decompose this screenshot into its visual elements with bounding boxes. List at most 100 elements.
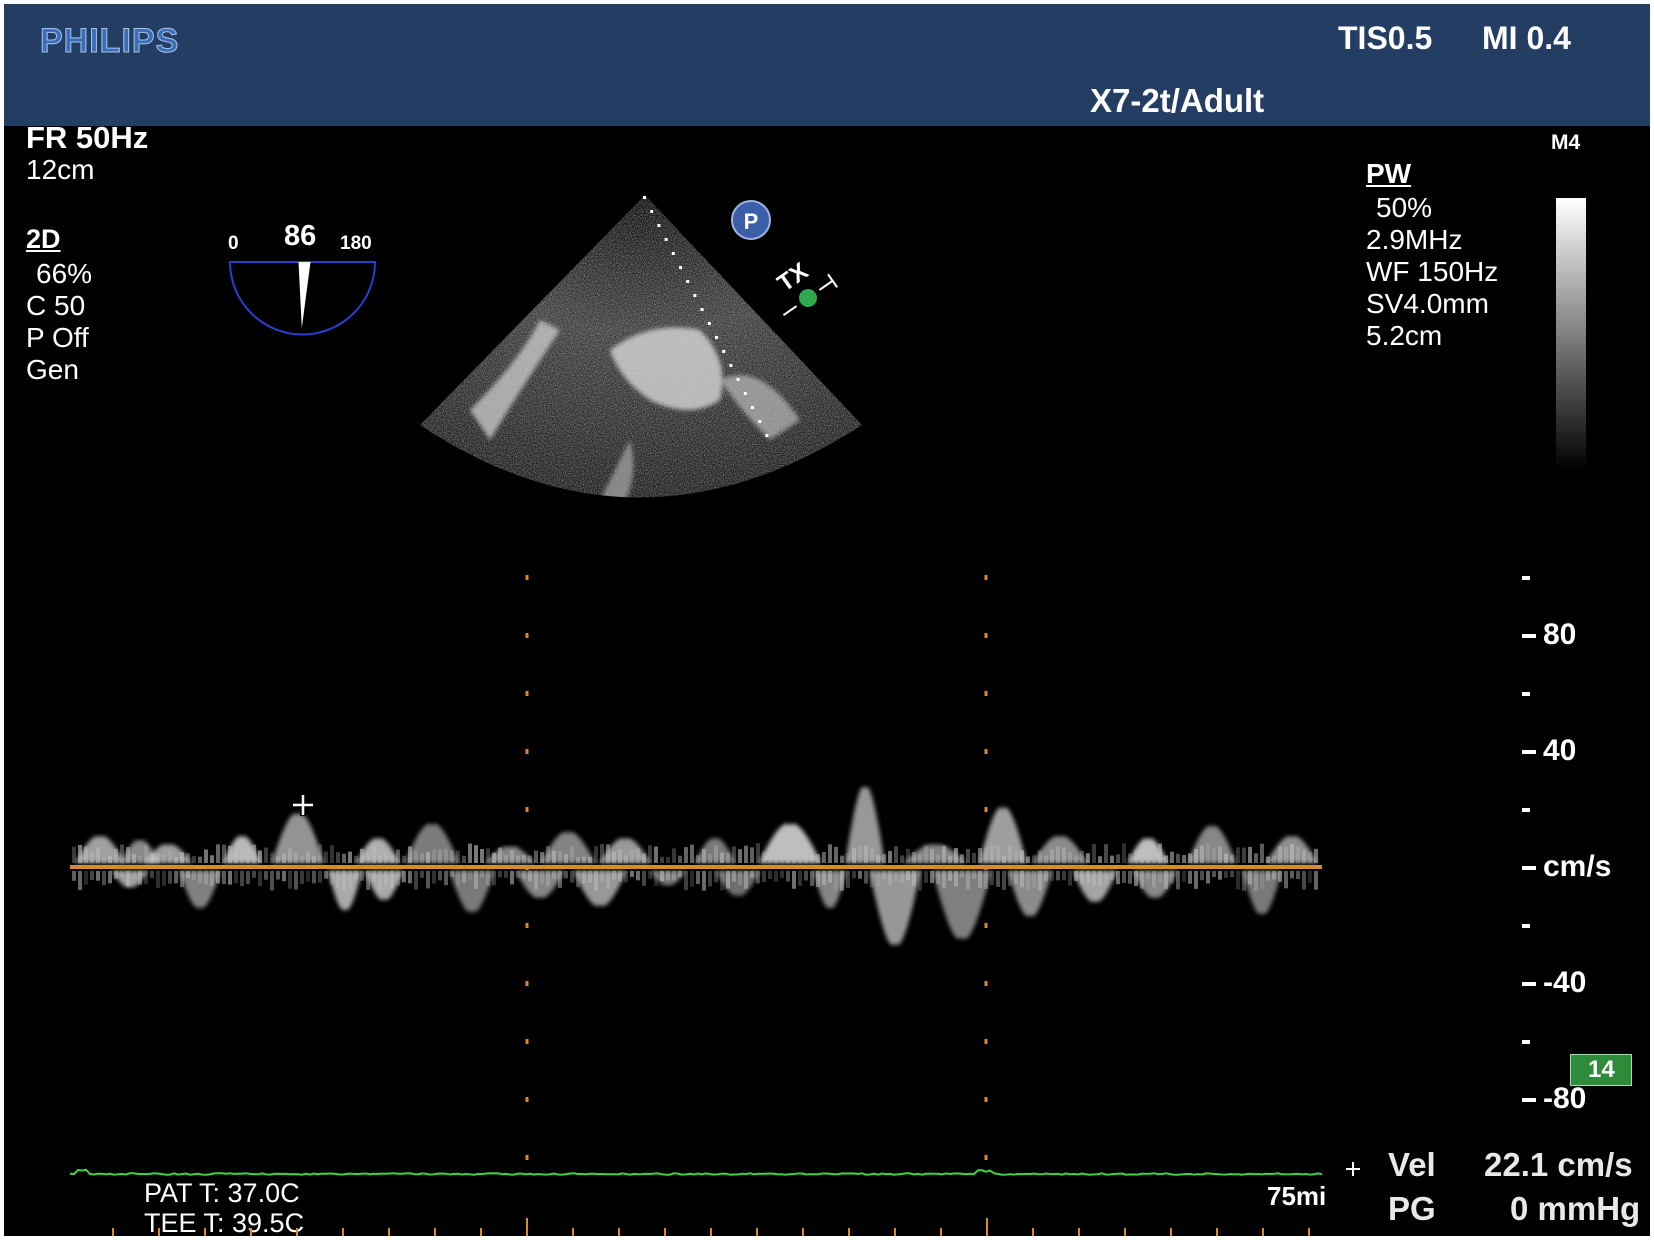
spectral-noise: [954, 848, 958, 863]
spectral-noise: [714, 845, 718, 863]
spectral-noise: [120, 871, 124, 878]
timing-dot: [525, 691, 529, 696]
spectral-noise: [594, 871, 598, 891]
spectral-noise: [456, 871, 460, 886]
spectral-noise: [276, 856, 280, 863]
spectral-noise: [1140, 855, 1144, 863]
timing-dot: [525, 633, 529, 638]
spectral-noise: [546, 871, 550, 886]
spectral-noise: [876, 871, 880, 887]
spectral-noise: [522, 854, 526, 863]
spectral-noise: [126, 871, 130, 887]
spectral-noise: [1098, 856, 1102, 863]
spectral-noise: [420, 871, 424, 878]
spectral-noise: [714, 871, 718, 883]
scale-major-tick: [1522, 634, 1536, 638]
crosshair-icon[interactable]: [292, 794, 314, 816]
spectral-noise: [252, 844, 256, 863]
timing-dot: [984, 1155, 988, 1160]
spectral-noise: [180, 852, 184, 863]
spectral-noise: [516, 871, 520, 879]
spectral-noise: [468, 843, 472, 863]
spectral-noise: [1176, 853, 1180, 863]
spectral-noise: [864, 845, 868, 863]
spectral-noise: [504, 871, 508, 878]
spectral-noise: [618, 848, 622, 863]
timing-dot: [984, 1097, 988, 1102]
spectral-noise: [144, 871, 148, 884]
spectral-noise: [684, 847, 688, 863]
spectral-noise: [1032, 871, 1036, 889]
spectral-noise: [222, 844, 226, 863]
spectral-noise: [1260, 871, 1264, 889]
spectral-noise: [798, 851, 802, 863]
spectral-noise: [342, 853, 346, 863]
timing-dot: [525, 865, 529, 870]
spectral-noise: [852, 871, 856, 879]
spectral-noise: [846, 871, 850, 889]
spectral-noise: [1128, 871, 1132, 884]
spectral-noise: [96, 847, 100, 863]
spectral-noise: [360, 871, 364, 881]
spectral-noise: [1170, 851, 1174, 863]
scale-major-tick: [1522, 1098, 1536, 1102]
spectral-noise: [924, 871, 928, 883]
spectral-noise: [1134, 871, 1138, 887]
spectral-noise: [942, 871, 946, 889]
spectral-noise: [1080, 850, 1084, 863]
timing-dot: [984, 633, 988, 638]
spectral-noise: [600, 871, 604, 882]
small-cursor-icon: [1346, 1162, 1360, 1176]
spectral-noise: [546, 846, 550, 863]
spectral-noise: [744, 845, 748, 863]
spectral-noise: [1242, 847, 1246, 863]
spectral-noise: [312, 871, 316, 884]
spectral-noise: [204, 871, 208, 885]
spectral-noise: [690, 871, 694, 887]
spectral-noise: [312, 856, 316, 863]
spectral-noise: [84, 846, 88, 863]
time-tick: [848, 1228, 850, 1236]
omniplane-needle-icon: [298, 262, 311, 328]
spectral-noise: [924, 845, 928, 863]
spectral-noise: [1200, 845, 1204, 863]
sector-image: [420, 195, 862, 498]
spectral-noise: [1164, 855, 1168, 863]
spectral-noise: [138, 855, 142, 863]
spectral-noise: [528, 871, 532, 882]
time-tick: [1078, 1228, 1080, 1236]
tx-marker: TX: [773, 258, 838, 317]
time-tick: [664, 1228, 666, 1236]
spectral-noise: [858, 871, 862, 879]
time-tick: [296, 1228, 298, 1236]
spectral-noise: [762, 851, 766, 863]
spectral-noise: [1308, 871, 1312, 883]
spectral-noise: [378, 855, 382, 863]
spectral-noise: [426, 852, 430, 863]
spectral-noise: [258, 850, 262, 863]
spectral-noise: [174, 871, 178, 884]
timing-dot: [984, 749, 988, 754]
spectral-noise: [378, 871, 382, 891]
spectral-noise: [1122, 843, 1126, 863]
spectral-noise: [240, 871, 244, 887]
spectral-noise: [558, 871, 562, 888]
spectral-noise: [150, 853, 154, 863]
spectral-noise: [570, 846, 574, 863]
time-tick: [1262, 1228, 1264, 1236]
timing-dot: [525, 1097, 529, 1102]
spectral-noise: [84, 871, 88, 885]
spectral-noise: [564, 854, 568, 863]
spectral-noise: [582, 871, 586, 884]
spectral-noise: [1236, 871, 1240, 890]
time-tick: [434, 1228, 436, 1236]
spectral-noise: [78, 871, 82, 890]
spectral-noise: [600, 843, 604, 863]
spectral-noise: [888, 871, 892, 885]
spectral-noise: [576, 871, 580, 888]
timing-dot: [525, 923, 529, 928]
spectral-noise: [1152, 847, 1156, 863]
spectral-noise: [654, 871, 658, 887]
spectral-noise: [780, 847, 784, 863]
spectral-noise: [366, 852, 370, 863]
